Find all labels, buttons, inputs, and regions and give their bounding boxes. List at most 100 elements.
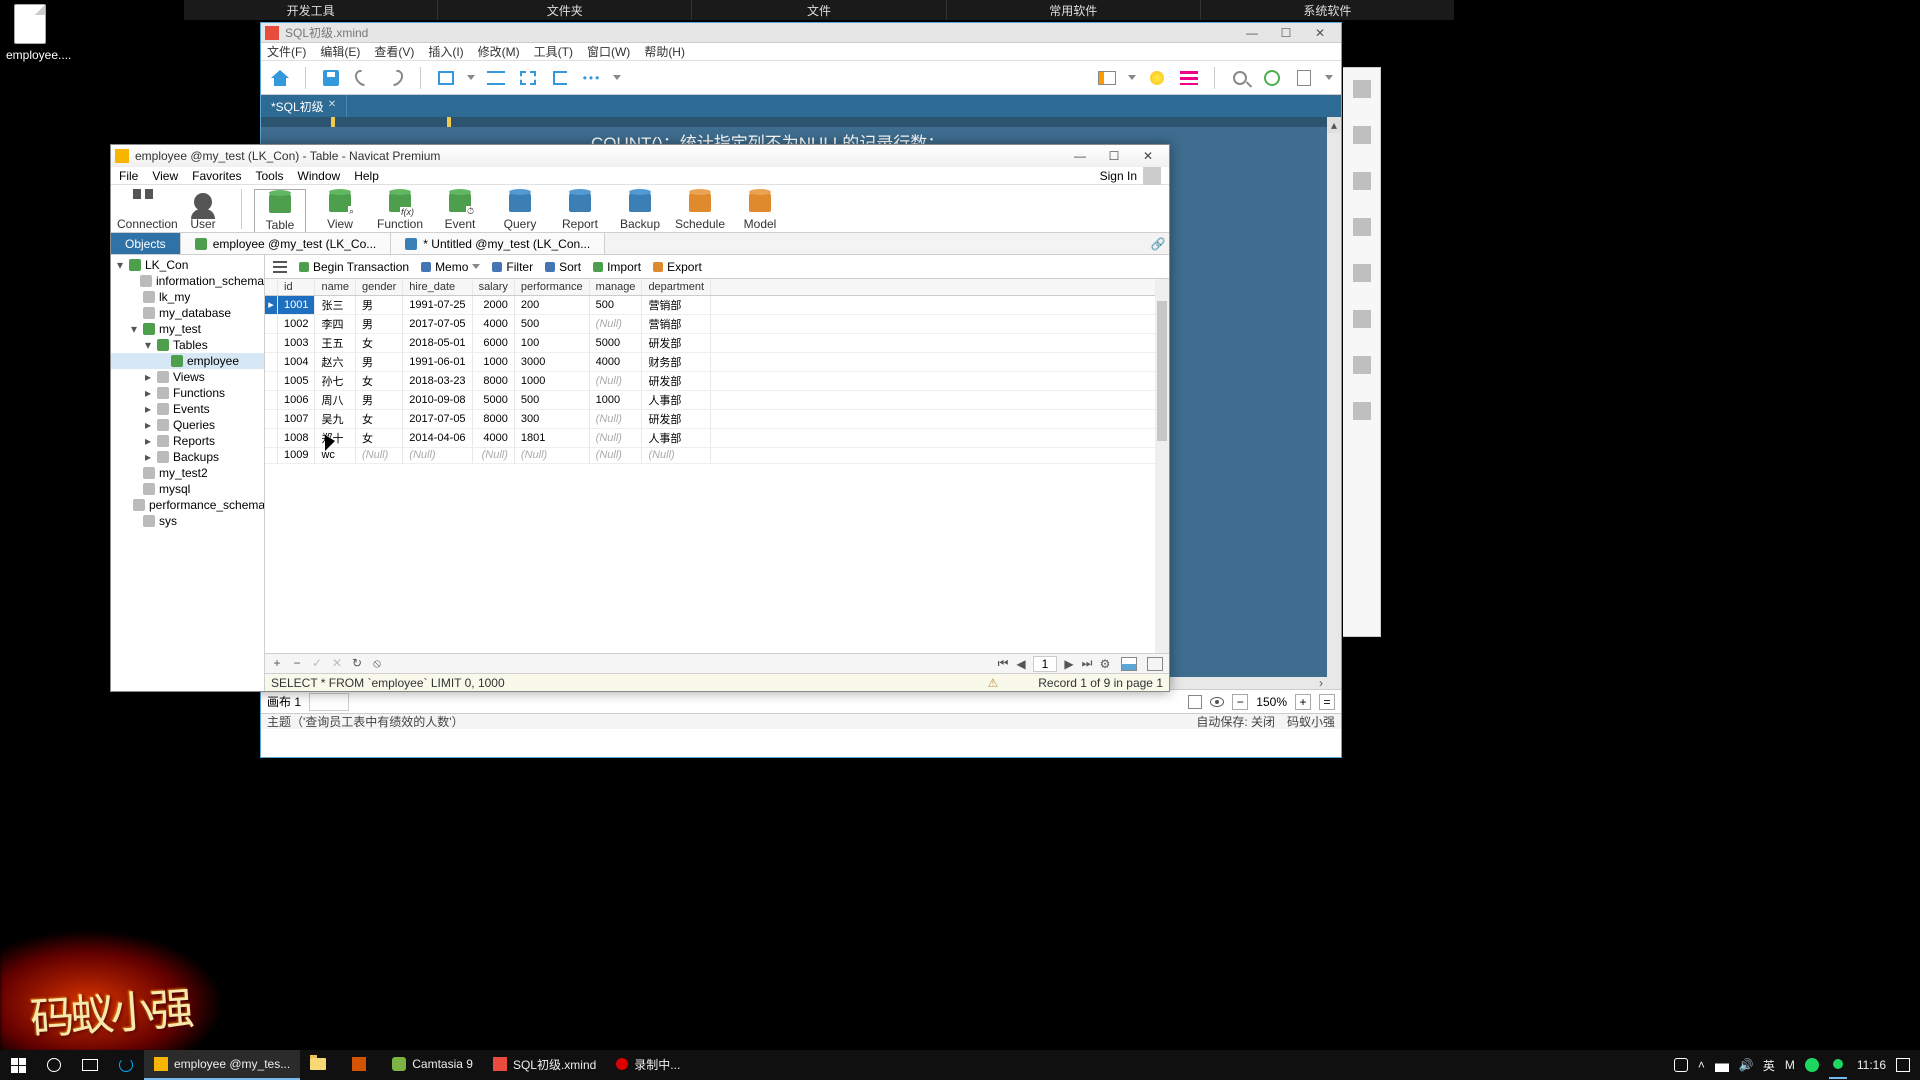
column-header[interactable]: salary	[472, 279, 514, 295]
filter-icon[interactable]	[1188, 695, 1202, 709]
close-button[interactable]: ✕	[1131, 145, 1165, 167]
outline-icon[interactable]	[1353, 80, 1371, 98]
zoom-fit-button[interactable]: =	[1319, 694, 1335, 710]
connection-tree[interactable]: ▾LK_Con information_schema lk_my my_data…	[111, 255, 265, 691]
tree-db[interactable]: performance_schema	[111, 497, 264, 513]
tray-network-icon[interactable]	[1715, 1058, 1729, 1072]
search-button[interactable]	[108, 1050, 144, 1080]
link-button[interactable]: 🔗	[1147, 233, 1169, 254]
table-row[interactable]: 1007吴九女2017-07-058000300(Null)研发部	[265, 409, 1169, 428]
xmind-tab[interactable]: *SQL初级 ✕	[261, 95, 347, 117]
column-header[interactable]: manage	[589, 279, 642, 295]
relationship-button[interactable]	[485, 67, 507, 89]
tree-events[interactable]: ▸Events	[111, 401, 264, 417]
menu-tools[interactable]: 工具(T)	[534, 43, 573, 60]
tray-recording-icon[interactable]	[1829, 1051, 1847, 1079]
tool-event[interactable]: ⏱Event	[434, 189, 486, 231]
filter-button[interactable]: Filter	[492, 260, 533, 274]
tree-db[interactable]: sys	[111, 513, 264, 529]
tool-user[interactable]: User	[177, 189, 229, 231]
home-button[interactable]	[269, 67, 291, 89]
tab-employee[interactable]: employee @my_test (LK_Co...	[181, 233, 392, 254]
tray-clock[interactable]: 11:16	[1857, 1058, 1886, 1072]
tree-queries[interactable]: ▸Queries	[111, 417, 264, 433]
start-button[interactable]	[0, 1050, 36, 1080]
save-button[interactable]	[320, 67, 342, 89]
tool-function[interactable]: f(x)Function	[374, 189, 426, 231]
table-row[interactable]: 1008郑十女2014-04-0640001801(Null)人事部	[265, 428, 1169, 447]
font-icon[interactable]	[1353, 264, 1371, 282]
maximize-button[interactable]: ☐	[1269, 23, 1303, 43]
import-button[interactable]: Import	[593, 260, 641, 274]
menu-view[interactable]: 查看(V)	[374, 43, 414, 60]
zoom-level[interactable]: 150%	[1256, 695, 1287, 709]
first-page-button[interactable]: ⏮	[997, 656, 1009, 671]
delete-row-button[interactable]: −	[291, 656, 303, 671]
taskbar-task[interactable]	[342, 1050, 382, 1080]
menu-window[interactable]: Window	[298, 169, 341, 183]
dock-item[interactable]: 文件夹	[438, 0, 692, 20]
taskbar-task[interactable]	[300, 1050, 342, 1080]
gantt-button[interactable]	[1178, 67, 1200, 89]
dock-item[interactable]: 开发工具	[184, 0, 438, 20]
undo-button[interactable]	[352, 67, 374, 89]
column-header[interactable]: hire_date	[403, 279, 472, 295]
dock-item[interactable]: 系统软件	[1201, 0, 1454, 20]
column-header[interactable]: id	[278, 279, 315, 295]
data-grid[interactable]: idnamegenderhire_datesalaryperformancema…	[265, 279, 1169, 653]
dock-item[interactable]: 常用软件	[947, 0, 1201, 20]
last-page-button[interactable]: ⏭	[1081, 656, 1093, 671]
signin-link[interactable]: Sign In	[1100, 169, 1137, 183]
brainstorm-button[interactable]	[1146, 67, 1168, 89]
tree-backups[interactable]: ▸Backups	[111, 449, 264, 465]
form-mode-button[interactable]	[1147, 657, 1163, 671]
column-header[interactable]: department	[642, 279, 711, 295]
vertical-scrollbar[interactable]	[1155, 279, 1169, 653]
chevron-down-icon[interactable]	[1325, 75, 1333, 80]
menu-favorites[interactable]: Favorites	[192, 169, 241, 183]
table-row[interactable]: ▸1001张三男1991-07-252000200500营销部	[265, 295, 1169, 314]
marker-icon[interactable]	[1353, 218, 1371, 236]
tree-table-employee[interactable]: employee	[111, 353, 264, 369]
chevron-down-icon[interactable]	[467, 75, 475, 80]
chevron-down-icon[interactable]	[613, 75, 621, 80]
table-row[interactable]: 1003王五女2018-05-0160001005000研发部	[265, 333, 1169, 352]
export-button[interactable]	[1293, 67, 1315, 89]
tree-db[interactable]: my_test2	[111, 465, 264, 481]
task-icon[interactable]	[1353, 402, 1371, 420]
menu-help[interactable]: 帮助(H)	[644, 43, 685, 60]
dock-item[interactable]: 文件	[692, 0, 946, 20]
comments-icon[interactable]	[1353, 356, 1371, 374]
task-view-button[interactable]	[72, 1050, 108, 1080]
tool-model[interactable]: Model	[734, 189, 786, 231]
desktop-file-icon[interactable]: employee....	[6, 4, 54, 62]
tool-schedule[interactable]: Schedule	[674, 189, 726, 231]
table-row[interactable]: 1009wc(Null)(Null)(Null)(Null)(Null)(Nul…	[265, 447, 1169, 463]
minimize-button[interactable]: —	[1063, 145, 1097, 167]
menu-view[interactable]: View	[152, 169, 178, 183]
search-button[interactable]	[1229, 67, 1251, 89]
tree-tables[interactable]: ▾Tables	[111, 337, 264, 353]
cortana-button[interactable]	[36, 1050, 72, 1080]
image-icon[interactable]	[1353, 172, 1371, 190]
tool-connection[interactable]: Connection	[117, 189, 169, 231]
stop-button[interactable]: ⦸	[371, 656, 383, 671]
redo-button[interactable]	[384, 67, 406, 89]
settings-button[interactable]: ⚙	[1099, 657, 1111, 671]
refresh-button[interactable]: ↻	[351, 656, 363, 671]
menu-window[interactable]: 窗口(W)	[587, 43, 630, 60]
tree-functions[interactable]: ▸Functions	[111, 385, 264, 401]
column-header[interactable]: performance	[514, 279, 589, 295]
export-button[interactable]: Export	[653, 260, 702, 274]
cancel-button[interactable]: ✕	[331, 656, 343, 671]
canvas-label[interactable]: 画布 1	[267, 693, 301, 710]
column-header[interactable]: name	[315, 279, 356, 295]
tray-ime-mode[interactable]: M	[1785, 1058, 1795, 1072]
prev-page-button[interactable]: ◀	[1015, 657, 1027, 671]
more-button[interactable]: •••	[581, 67, 603, 89]
table-row[interactable]: 1002李四男2017-07-054000500(Null)营销部	[265, 314, 1169, 333]
menu-file[interactable]: File	[119, 169, 138, 183]
tree-db[interactable]: my_database	[111, 305, 264, 321]
taskbar-task[interactable]: employee @my_tes...	[144, 1050, 300, 1080]
table-row[interactable]: 1004赵六男1991-06-01100030004000财务部	[265, 352, 1169, 371]
